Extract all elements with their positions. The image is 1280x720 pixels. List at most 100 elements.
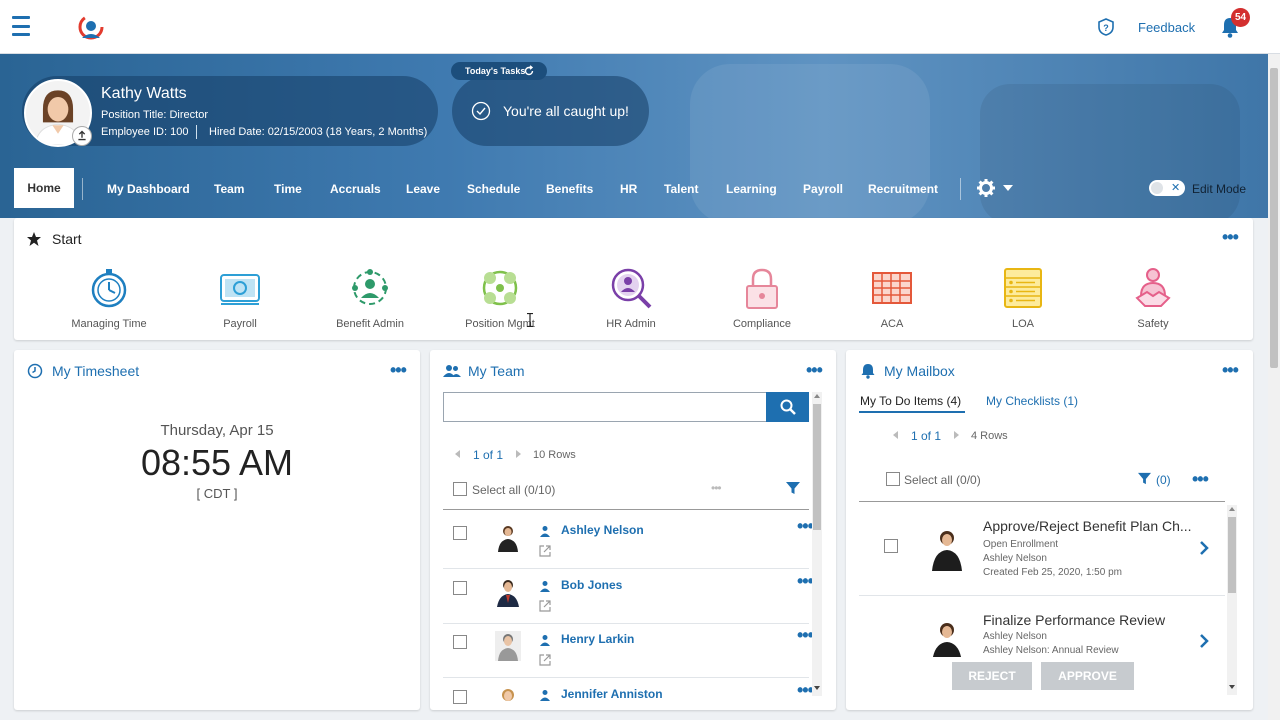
main-nav: Home My Dashboard Team Time Accruals Lea… [0, 168, 1268, 214]
gear-icon[interactable] [976, 178, 996, 198]
member-name[interactable]: Henry Larkin [561, 632, 634, 646]
more-icon[interactable]: ••• [797, 625, 814, 646]
team-member-row[interactable]: Bob Jones ••• [443, 571, 823, 626]
tab-todo-items[interactable]: My To Do Items (4) [860, 394, 961, 408]
start-managing-time[interactable]: Managing Time [49, 266, 169, 330]
nav-accruals[interactable]: Accruals [330, 182, 381, 196]
nav-leave[interactable]: Leave [406, 182, 440, 196]
mailbox-page: 1 of 1 [911, 429, 942, 443]
start-label: HR Admin [606, 318, 656, 330]
select-all-checkbox[interactable] [886, 472, 900, 486]
nav-recruitment[interactable]: Recruitment [868, 182, 938, 196]
team-search-input[interactable] [443, 392, 767, 422]
prev-page-icon[interactable] [893, 431, 898, 439]
row-checkbox[interactable] [453, 635, 467, 649]
filter-icon[interactable] [786, 481, 800, 495]
team-member-row[interactable]: Ashley Nelson ••• [443, 516, 823, 571]
more-icon[interactable]: ••• [797, 571, 814, 592]
select-all-checkbox[interactable] [453, 482, 467, 496]
nav-hr[interactable]: HR [620, 182, 637, 196]
start-aca[interactable]: ACA [832, 266, 952, 330]
external-link-icon[interactable] [539, 654, 551, 666]
more-icon[interactable]: ••• [1222, 228, 1239, 246]
chevron-right-icon[interactable] [1199, 541, 1209, 555]
nav-home[interactable]: Home [14, 168, 74, 208]
chevron-right-icon[interactable] [1199, 634, 1209, 648]
row-checkbox[interactable] [453, 526, 467, 540]
nav-schedule[interactable]: Schedule [467, 182, 520, 196]
chevron-down-icon[interactable] [1003, 185, 1013, 191]
lock-icon [746, 268, 778, 309]
nav-learning[interactable]: Learning [726, 182, 777, 196]
more-icon[interactable]: ••• [1222, 361, 1239, 379]
start-safety[interactable]: Safety [1093, 266, 1213, 330]
nav-benefits[interactable]: Benefits [546, 182, 593, 196]
start-position-mgmt[interactable]: Position Mgmt [440, 266, 560, 330]
member-name[interactable]: Jennifer Anniston [561, 687, 663, 701]
mail-item-detail: Ashley Nelson: Annual Review [983, 645, 1119, 656]
top-bar: ? Feedback 54 [0, 0, 1280, 54]
start-compliance[interactable]: Compliance [702, 266, 822, 330]
tab-checklists[interactable]: My Checklists (1) [986, 394, 1078, 408]
more-icon[interactable]: ••• [797, 680, 814, 701]
timesheet-title[interactable]: My Timesheet [52, 363, 139, 379]
more-icon[interactable]: ••• [797, 516, 814, 537]
sender-photo [932, 531, 962, 571]
start-title: Start [52, 231, 82, 247]
row-checkbox[interactable] [884, 539, 898, 553]
start-payroll[interactable]: Payroll [180, 266, 300, 330]
member-name[interactable]: Bob Jones [561, 578, 622, 592]
team-member-row[interactable]: Jennifer Anniston ••• [443, 680, 823, 710]
mailbox-item[interactable]: Approve/Reject Benefit Plan Ch... Open E… [859, 505, 1225, 595]
nav-talent[interactable]: Talent [664, 182, 698, 196]
member-name[interactable]: Ashley Nelson [561, 523, 644, 537]
reject-button[interactable]: REJECT [952, 662, 1032, 690]
start-label: ACA [880, 318, 904, 330]
mailbox-item[interactable]: Finalize Performance Review Ashley Nelso… [859, 597, 1225, 657]
start-hr-admin[interactable]: HR Admin [571, 266, 691, 330]
upload-photo-icon[interactable] [72, 126, 92, 146]
more-icon[interactable]: ••• [806, 361, 823, 379]
external-link-icon[interactable] [539, 545, 551, 557]
feedback-link[interactable]: Feedback [1138, 20, 1195, 35]
start-loa[interactable]: LOA [963, 266, 1083, 330]
mailbox-scrollbar[interactable] [1227, 505, 1237, 695]
list-doc-icon [1004, 268, 1042, 308]
filter-count[interactable]: (0) [1156, 473, 1171, 487]
search-button[interactable] [766, 392, 809, 422]
brand-logo[interactable] [76, 12, 106, 42]
todays-tasks-tag[interactable]: Today's Tasks [451, 62, 547, 80]
start-benefit-admin[interactable]: Benefit Admin [310, 266, 430, 330]
search-person-icon [611, 268, 652, 309]
mail-item-title[interactable]: Approve/Reject Benefit Plan Ch... [983, 518, 1192, 534]
bulk-actions-icon[interactable]: ••• [711, 481, 722, 495]
nav-team[interactable]: Team [214, 182, 244, 196]
refresh-icon[interactable] [523, 65, 535, 77]
text-cursor-icon [527, 313, 533, 327]
next-page-icon[interactable] [516, 450, 521, 458]
nav-time[interactable]: Time [274, 182, 302, 196]
row-checkbox[interactable] [453, 690, 467, 704]
mail-item-title[interactable]: Finalize Performance Review [983, 612, 1165, 628]
mailbox-title[interactable]: My Mailbox [884, 363, 955, 379]
my-team-title[interactable]: My Team [468, 363, 525, 379]
team-icon [443, 365, 461, 377]
start-label: LOA [1011, 318, 1034, 330]
nav-payroll[interactable]: Payroll [803, 182, 843, 196]
more-icon[interactable]: ••• [1192, 470, 1209, 488]
team-scrollbar[interactable] [812, 392, 822, 696]
page-scrollbar[interactable] [1268, 54, 1280, 720]
team-member-row[interactable]: Henry Larkin ••• [443, 625, 823, 680]
nav-my-dashboard[interactable]: My Dashboard [107, 182, 190, 196]
edit-mode-toggle[interactable]: ✕ [1149, 180, 1185, 196]
more-icon[interactable]: ••• [390, 361, 407, 379]
approve-button[interactable]: APPROVE [1041, 662, 1134, 690]
filter-icon[interactable] [1138, 472, 1151, 485]
help-icon[interactable]: ? [1096, 17, 1116, 37]
start-label: Managing Time [71, 318, 147, 330]
next-page-icon[interactable] [954, 431, 959, 439]
external-link-icon[interactable] [539, 600, 551, 612]
prev-page-icon[interactable] [455, 450, 460, 458]
row-checkbox[interactable] [453, 581, 467, 595]
menu-icon[interactable] [12, 16, 30, 36]
